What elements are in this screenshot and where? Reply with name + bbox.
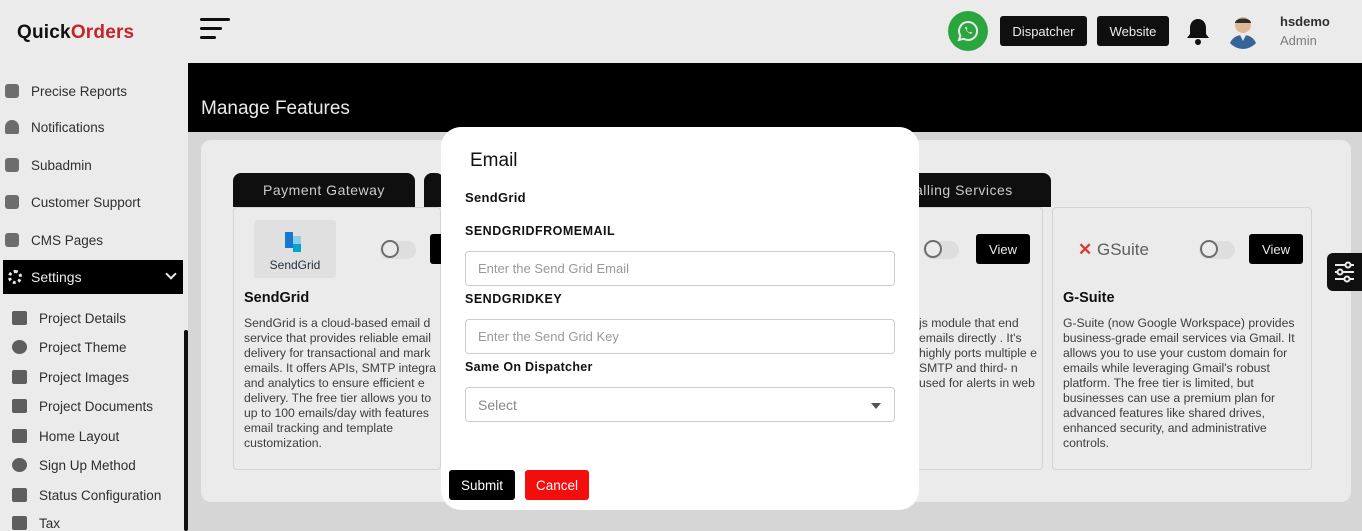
field-label-same-on-dispatcher: Same On Dispatcher xyxy=(465,360,593,374)
caret-down-icon xyxy=(871,403,881,409)
same-on-dispatcher-select[interactable]: Select xyxy=(465,387,895,422)
sendgrid-key-input[interactable] xyxy=(465,319,895,354)
sendgrid-email-input[interactable] xyxy=(465,251,895,286)
email-modal: Email SendGrid SENDGRIDFROMEMAIL SENDGRI… xyxy=(441,127,919,510)
cancel-button[interactable]: Cancel xyxy=(525,470,589,500)
field-label-from-email: SENDGRIDFROMEMAIL xyxy=(465,224,616,238)
submit-button[interactable]: Submit xyxy=(449,470,515,500)
modal-title: Email xyxy=(470,150,518,171)
field-label-key: SENDGRIDKEY xyxy=(465,292,563,306)
modal-provider: SendGrid xyxy=(465,190,526,205)
